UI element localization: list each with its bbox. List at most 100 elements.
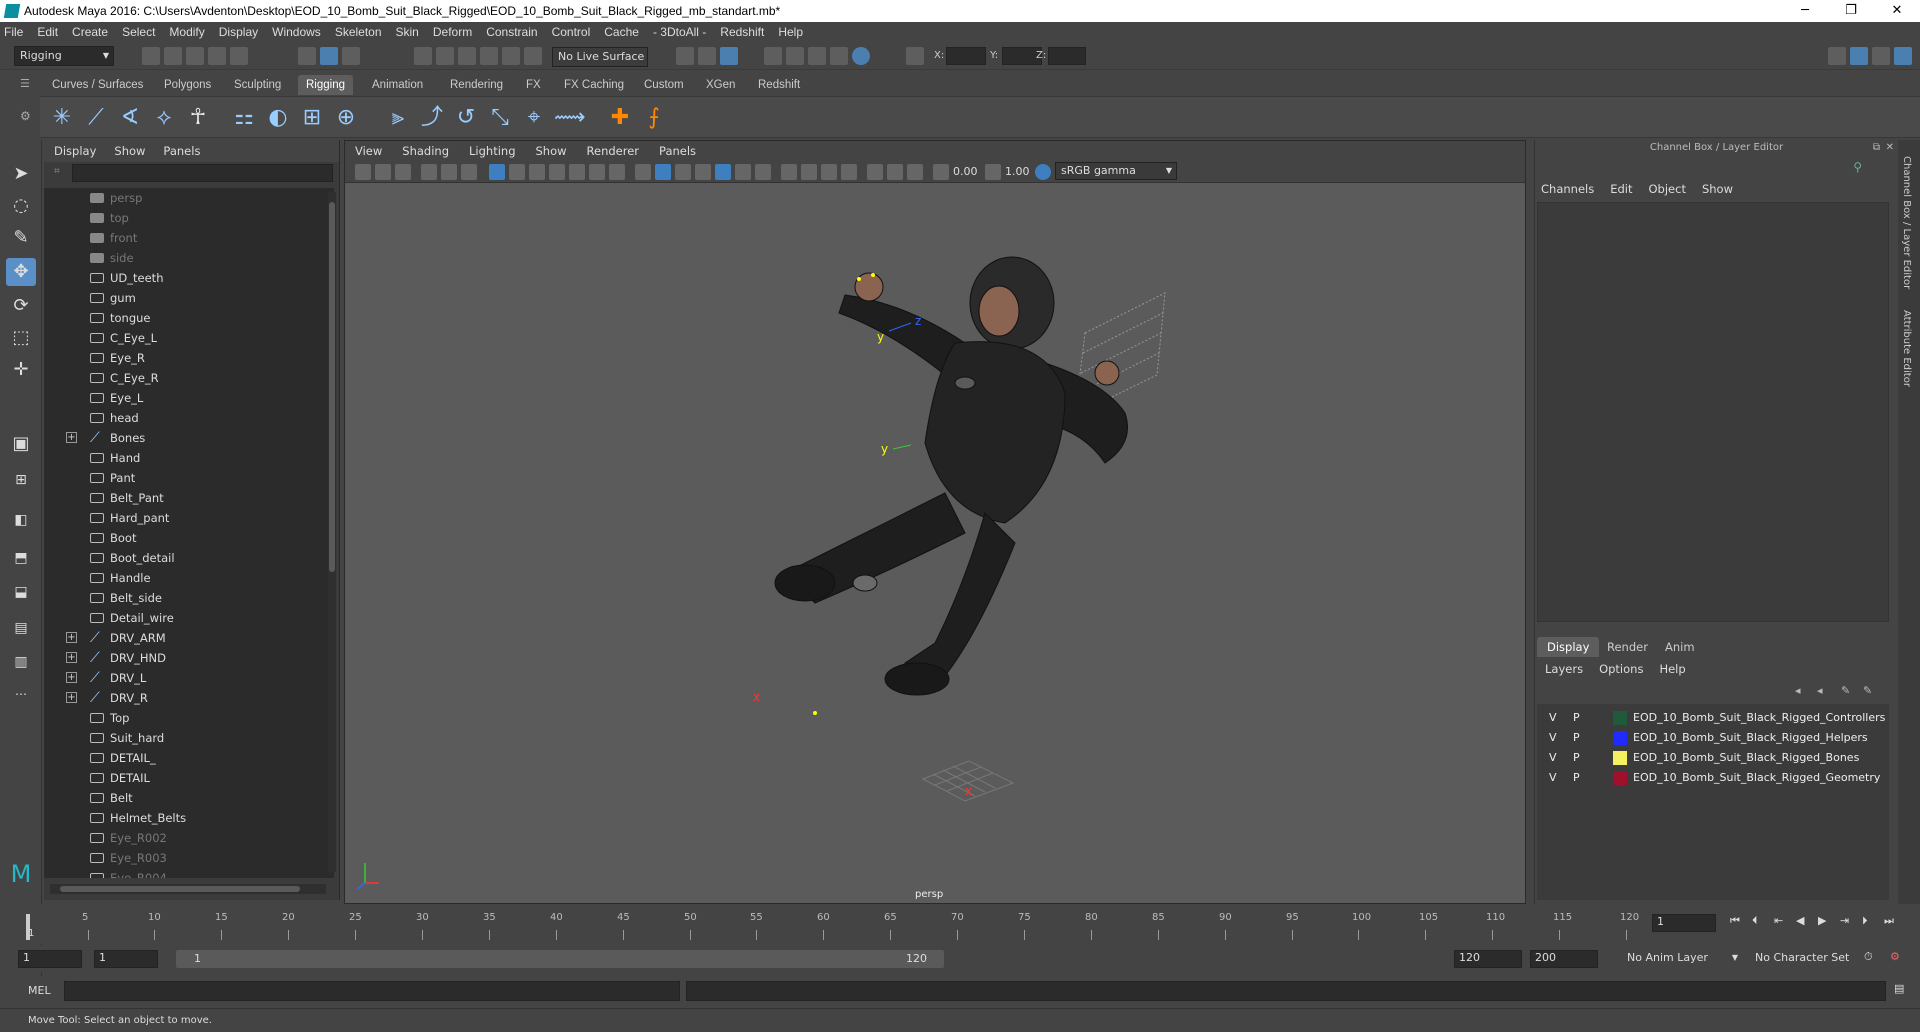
menu-3dtoall[interactable]: - 3DtoAll - [653, 25, 706, 39]
go-to-end-icon[interactable]: ⏭ [1884, 914, 1894, 928]
use-all-lights-icon[interactable] [715, 164, 731, 180]
shelf-tab-rigging[interactable]: Rigging [298, 75, 353, 95]
animation-preferences-icon[interactable]: ⚙ [1890, 950, 1900, 963]
shadows-icon[interactable] [735, 164, 751, 180]
command-language-toggle[interactable]: MEL [28, 984, 51, 997]
color-space-selector[interactable]: sRGB gamma ▼ [1055, 162, 1177, 180]
new-layer-selected-icon[interactable]: ✎ [1863, 684, 1872, 697]
save-scene-icon[interactable] [186, 47, 204, 65]
new-scene-icon[interactable] [142, 47, 160, 65]
render-current-icon[interactable] [786, 47, 804, 65]
multisample-aa-icon[interactable] [801, 164, 817, 180]
viewport-3d-scene[interactable]: y z y x x [345, 183, 1525, 903]
layer-visibility-toggle[interactable]: V [1549, 708, 1557, 728]
outliner-horizontal-scroll-thumb[interactable] [60, 886, 300, 892]
shelf-tab-sculpting[interactable]: Sculpting [226, 75, 289, 95]
shelf-menu-icon[interactable]: ☰ [20, 77, 30, 90]
outliner-item[interactable]: Eye_R002 [44, 828, 324, 848]
image-plane-icon[interactable] [421, 164, 437, 180]
layer-playback-toggle[interactable]: P [1573, 728, 1580, 748]
ik-handle-icon[interactable]: ⟋ [82, 104, 110, 132]
side-tab-channel-box[interactable]: Channel Box / Layer Editor [1901, 156, 1912, 289]
shelf-tab-polygons[interactable]: Polygons [156, 75, 219, 95]
menu-redshift[interactable]: Redshift [720, 25, 764, 39]
outliner-item[interactable]: Belt_side [44, 588, 324, 608]
channel-menu-channels[interactable]: Channels [1541, 182, 1594, 196]
attribute-editor-toggle-icon[interactable] [1850, 47, 1868, 65]
snap-curve-icon[interactable] [436, 47, 454, 65]
side-tab-attribute-editor[interactable]: Attribute Editor [1901, 310, 1912, 387]
close-panel-icon[interactable]: ✕ [1886, 142, 1894, 153]
animation-end-field[interactable]: 200 [1530, 950, 1598, 968]
outliner-horizontal-scrollbar[interactable] [50, 884, 326, 894]
layer-tab-anim[interactable]: Anim [1655, 637, 1705, 657]
scale-tool-icon[interactable]: ⬚ [6, 324, 36, 352]
menu-help[interactable]: Help [778, 25, 803, 39]
menu-control[interactable]: Control [552, 25, 591, 39]
outliner-item[interactable]: top [44, 208, 324, 228]
outliner-item[interactable]: Helmet_Belts [44, 808, 324, 828]
viewport-menu-show[interactable]: Show [536, 144, 567, 158]
shelf-tab-animation[interactable]: Animation [364, 75, 431, 95]
outliner-item[interactable]: tongue [44, 308, 324, 328]
move-tool-icon[interactable]: ✥ [6, 258, 36, 286]
manipulator-toggle-icon[interactable]: ⚲ [1853, 160, 1862, 174]
grease-pencil-icon[interactable] [461, 164, 477, 180]
last-tool-icon[interactable]: ✛ [6, 356, 36, 384]
snap-grid-icon[interactable] [414, 47, 432, 65]
layer-row[interactable]: V P EOD_10_Bomb_Suit_Black_Rigged_Contro… [1537, 708, 1889, 728]
ik-spline-icon[interactable]: ∢ [116, 104, 144, 132]
snap-vertex-icon[interactable] [524, 47, 542, 65]
bookmark-icon[interactable] [395, 164, 411, 180]
close-button[interactable]: ✕ [1874, 0, 1920, 22]
outliner-item[interactable]: Suit_hard [44, 728, 324, 748]
shelf-settings-icon[interactable]: ⚙ [20, 109, 31, 123]
layer-tab-render[interactable]: Render [1597, 637, 1658, 657]
outliner-item[interactable]: head [44, 408, 324, 428]
go-to-start-icon[interactable]: ⏮ [1730, 914, 1740, 928]
layout-toggle-icon[interactable]: ⋯ [6, 680, 36, 708]
cluster-icon[interactable]: ⊕ [332, 104, 360, 132]
channel-menu-object[interactable]: Object [1649, 182, 1686, 196]
menu-create[interactable]: Create [72, 25, 108, 39]
render-settings-icon[interactable] [830, 47, 848, 65]
motion-blur-icon[interactable] [781, 164, 797, 180]
single-view-icon[interactable]: ▣ [6, 430, 36, 458]
select-component-icon[interactable] [342, 47, 360, 65]
outliner-vertical-scroll-thumb[interactable] [329, 202, 335, 572]
outliner-item[interactable]: Boot_detail [44, 548, 324, 568]
menu-display[interactable]: Display [219, 25, 258, 39]
paint-select-icon[interactable]: ✎ [6, 224, 36, 252]
mode-selector[interactable]: Rigging ▼ [14, 46, 114, 66]
safe-action-icon[interactable] [589, 164, 605, 180]
modeling-toolkit-icon[interactable] [1828, 47, 1846, 65]
layer-playback-toggle[interactable]: P [1573, 708, 1580, 728]
lattice-icon[interactable]: ⊞ [298, 104, 326, 132]
outliner-item[interactable]: Eye_R004 [44, 868, 324, 878]
wireframe-icon[interactable] [635, 164, 651, 180]
point-constraint-icon[interactable]: ⤴ [418, 104, 446, 132]
tool-settings-toggle-icon[interactable] [1872, 47, 1890, 65]
safe-title-icon[interactable] [609, 164, 625, 180]
shelf-tab-fx-caching[interactable]: FX Caching [556, 75, 632, 95]
outliner-item[interactable]: gum [44, 288, 324, 308]
outliner-item[interactable]: Eye_R [44, 348, 324, 368]
grid-icon[interactable] [489, 164, 505, 180]
ik-fk-switch-icon[interactable]: ⨍ [640, 104, 668, 132]
outliner-layout-icon[interactable]: ▥ [6, 648, 36, 676]
open-scene-icon[interactable] [164, 47, 182, 65]
new-layer-icon[interactable]: ✎ [1841, 684, 1850, 697]
move-layer-up-icon[interactable]: ◂ [1795, 684, 1801, 697]
menu-modify[interactable]: Modify [169, 25, 204, 39]
scale-constraint-icon[interactable]: ⤡ [486, 104, 514, 132]
outliner-item[interactable]: Eye_R003 [44, 848, 324, 868]
x-field[interactable] [946, 47, 986, 65]
pole-vector-icon[interactable]: ⟿ [554, 104, 586, 132]
depth-of-field-icon[interactable] [821, 164, 837, 180]
ambient-occlusion-icon[interactable] [755, 164, 771, 180]
two-d-pan-zoom-icon[interactable] [441, 164, 457, 180]
live-surface-field[interactable]: No Live Surface [552, 47, 648, 67]
shelf-tab-rendering[interactable]: Rendering [442, 75, 511, 95]
menu-windows[interactable]: Windows [272, 25, 321, 39]
gamma-icon[interactable] [985, 164, 1001, 180]
